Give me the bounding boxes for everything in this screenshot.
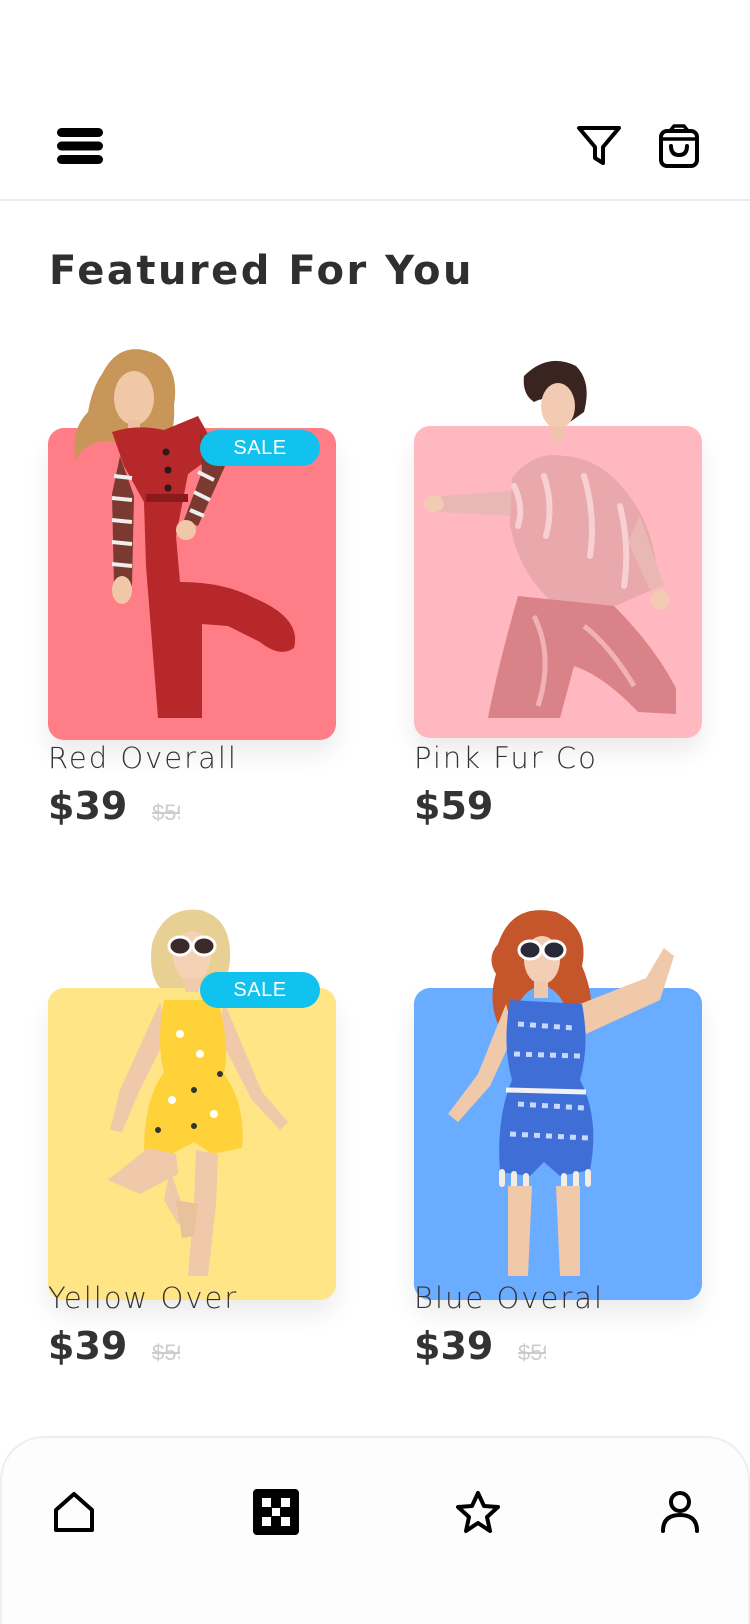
tab-favorites[interactable]	[452, 1486, 504, 1538]
section-title: Featured For You	[49, 248, 474, 294]
tab-home[interactable]	[48, 1486, 100, 1538]
product-old-price: $59	[152, 800, 180, 825]
shopping-bag-icon	[659, 124, 699, 168]
star-icon	[456, 1491, 500, 1533]
product-card[interactable]: Pink Fur Co $59	[414, 346, 702, 866]
hamburger-menu-icon	[57, 128, 103, 164]
product-price: $39	[48, 784, 128, 828]
filter-funnel-icon	[577, 126, 621, 165]
tab-categories[interactable]	[250, 1486, 302, 1538]
grid-icon	[253, 1489, 299, 1535]
product-old-price: $59	[518, 1340, 546, 1365]
product-name: Blue Overal	[414, 1281, 605, 1315]
bottom-tab-bar	[0, 1436, 750, 1624]
cart-button[interactable]	[650, 118, 708, 174]
sale-badge: SALE	[200, 972, 320, 1008]
filter-button[interactable]	[570, 118, 628, 174]
product-name: Yellow Over	[48, 1281, 239, 1315]
product-price: $59	[414, 784, 494, 828]
product-price: $39	[414, 1324, 494, 1368]
product-card[interactable]: Blue Overal $39 $59	[414, 904, 702, 1424]
home-icon	[54, 1492, 94, 1532]
product-photo-pink-fur-coat	[424, 360, 676, 718]
product-photo-yellow-overall	[108, 909, 288, 1276]
menu-button[interactable]	[50, 118, 110, 174]
tab-profile[interactable]	[654, 1486, 706, 1538]
product-card[interactable]: SALE Yellow Over $39 $59	[48, 904, 336, 1424]
top-app-bar	[0, 0, 750, 201]
product-old-price: $59	[152, 1340, 180, 1365]
user-icon	[661, 1491, 699, 1533]
product-photo-blue-overall	[448, 910, 674, 1276]
product-card[interactable]: SALE Red Overall $39 $59	[48, 346, 336, 866]
product-photo-red-overall	[74, 349, 296, 718]
product-price: $39	[48, 1324, 128, 1368]
sale-badge: SALE	[200, 430, 320, 466]
product-name: Pink Fur Co	[414, 741, 598, 775]
product-name: Red Overall	[48, 741, 238, 775]
